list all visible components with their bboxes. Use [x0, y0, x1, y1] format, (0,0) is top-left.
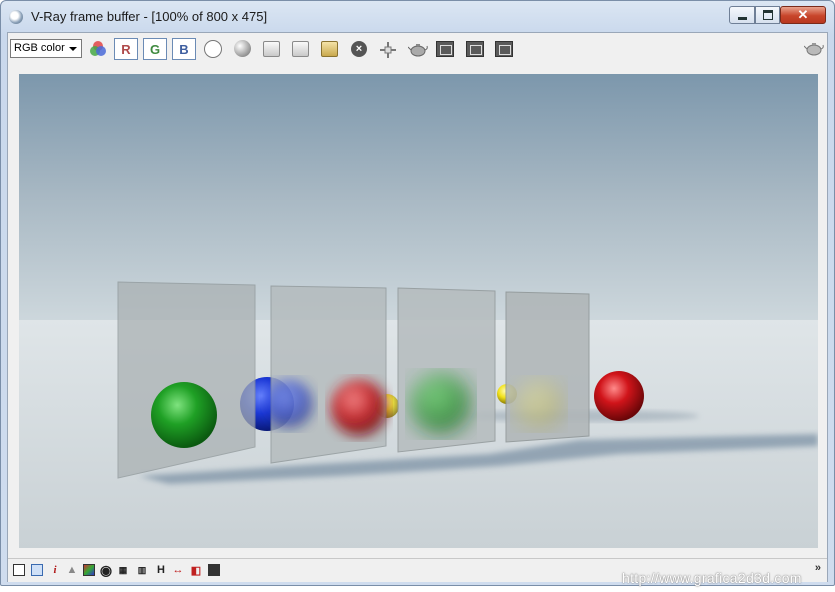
clear-image-label: × — [355, 43, 363, 55]
track-mouse-icon[interactable] — [379, 41, 396, 58]
minimize-button[interactable] — [729, 6, 755, 24]
close-button[interactable]: ✕ — [780, 6, 826, 24]
histogram-icon[interactable]: ▲ — [66, 564, 78, 576]
save-image-icon[interactable] — [263, 41, 280, 57]
toolbar: RGB color R G B × — [8, 33, 827, 64]
red-channel-label: R — [121, 41, 131, 57]
render-viewport[interactable] — [19, 74, 818, 548]
stamp-icon[interactable] — [208, 564, 220, 576]
vray-frame-buffer-window: V-Ray frame buffer - [100% of 800 x 475]… — [0, 0, 835, 586]
rgb-channels-icon[interactable] — [89, 40, 107, 58]
levels-icon[interactable] — [83, 564, 95, 576]
region-render-icon[interactable] — [466, 41, 484, 57]
hsv-label: H — [157, 564, 165, 576]
blue-channel-button[interactable]: B — [172, 38, 196, 60]
info-label: i — [53, 564, 57, 576]
render-teapot-icon[interactable] — [407, 41, 428, 57]
color-corrections-icon[interactable] — [31, 564, 43, 576]
channel-select[interactable]: RGB color — [10, 39, 82, 58]
red-channel-button[interactable]: R — [114, 38, 138, 60]
toggle-ui-icon[interactable] — [13, 564, 25, 576]
green-channel-button[interactable]: G — [143, 38, 167, 60]
title-bar[interactable]: V-Ray frame buffer - [100% of 800 x 475]… — [1, 1, 834, 31]
lens-effects-icon[interactable]: ◧ — [190, 564, 202, 577]
green-channel-label: G — [149, 41, 161, 57]
dropdown-arrow-icon — [69, 47, 77, 51]
rendered-image — [19, 74, 818, 548]
render-last-teapot-icon[interactable] — [803, 40, 824, 56]
alpha-sphere-icon[interactable] — [234, 40, 251, 57]
blue-channel-label: B — [179, 41, 189, 57]
mono-view-icon[interactable] — [204, 40, 222, 58]
lut-icon[interactable]: ▥ — [136, 564, 148, 576]
expand-chevron-icon[interactable]: » — [815, 562, 821, 574]
hsv-button[interactable]: H — [155, 564, 167, 576]
channel-select-value: RGB color — [14, 42, 65, 54]
compare-ab-icon[interactable] — [436, 41, 454, 57]
vray-app-icon — [9, 10, 23, 24]
minimize-icon — [730, 7, 754, 23]
maximize-icon — [756, 7, 779, 23]
open-folder-icon[interactable] — [321, 41, 338, 57]
white-balance-icon[interactable]: ▦ — [117, 564, 129, 576]
close-icon: ✕ — [797, 7, 809, 22]
info-button[interactable]: i — [49, 564, 61, 576]
clear-image-icon[interactable]: × — [351, 41, 367, 57]
exposure-icon[interactable]: ◉ — [100, 562, 112, 578]
pixel-aspect-icon[interactable]: ↔ — [172, 564, 184, 576]
save-all-icon[interactable] — [292, 41, 309, 57]
window-title: V-Ray frame buffer - [100% of 800 x 475] — [31, 9, 268, 24]
maximize-button[interactable] — [755, 6, 780, 24]
history-icon[interactable] — [495, 41, 513, 57]
watermark-text: http://www.grafica2d3d.com — [622, 570, 802, 586]
frame-buffer-client: RGB color R G B × i ▲ ◉ ▦ ▥ H ↔ ◧ » — [7, 32, 828, 582]
